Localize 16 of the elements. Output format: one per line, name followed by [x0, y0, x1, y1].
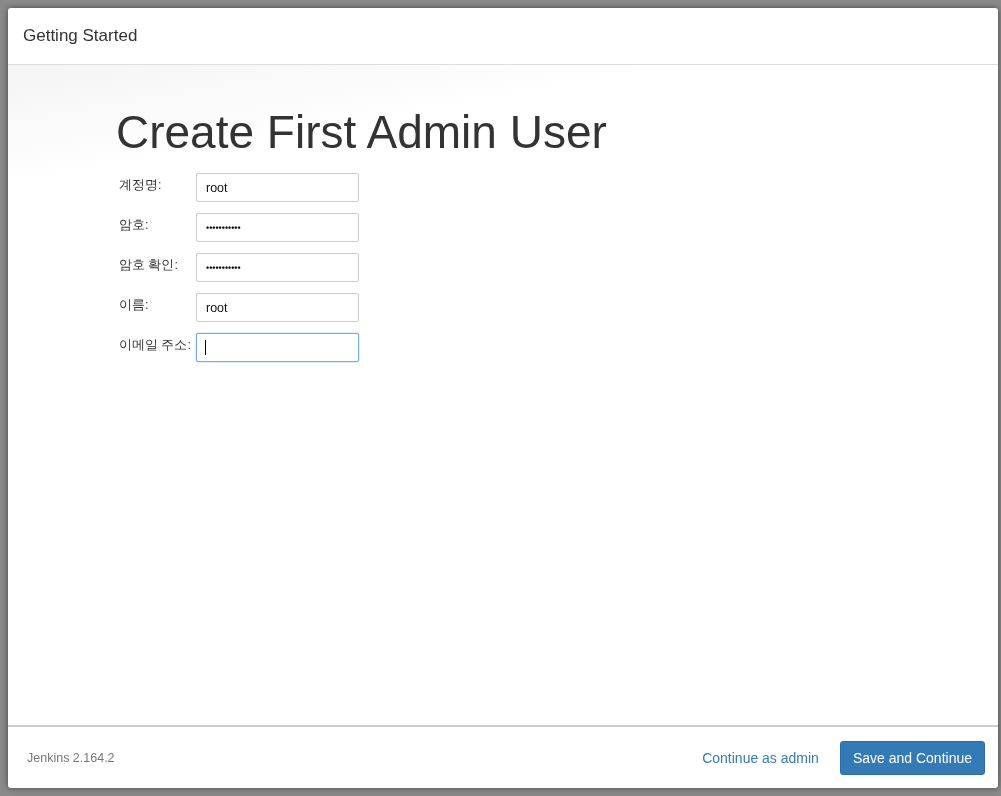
input-field[interactable]: ••••••••••• [196, 253, 359, 282]
continue-as-admin-link[interactable]: Continue as admin [702, 749, 819, 766]
input-field[interactable]: root [196, 293, 359, 322]
field-label: 암호 확인: [119, 257, 179, 274]
input-field[interactable]: root [196, 173, 359, 202]
dialog-title: Getting Started [23, 26, 138, 46]
field-label: 이름: [119, 297, 150, 314]
version-text: Jenkins 2.164.2 [27, 750, 116, 765]
field-label: 암호: [119, 217, 150, 234]
save-and-continue-button[interactable]: Save and Continue [839, 740, 985, 775]
page-heading: Create First Admin User [116, 105, 608, 159]
input-field[interactable]: ••••••••••• [196, 213, 359, 242]
text-cursor [205, 340, 206, 355]
field-label: 계정명: [119, 177, 163, 194]
field-label: 이메일 주소: [119, 337, 192, 354]
input-field[interactable] [196, 333, 359, 362]
